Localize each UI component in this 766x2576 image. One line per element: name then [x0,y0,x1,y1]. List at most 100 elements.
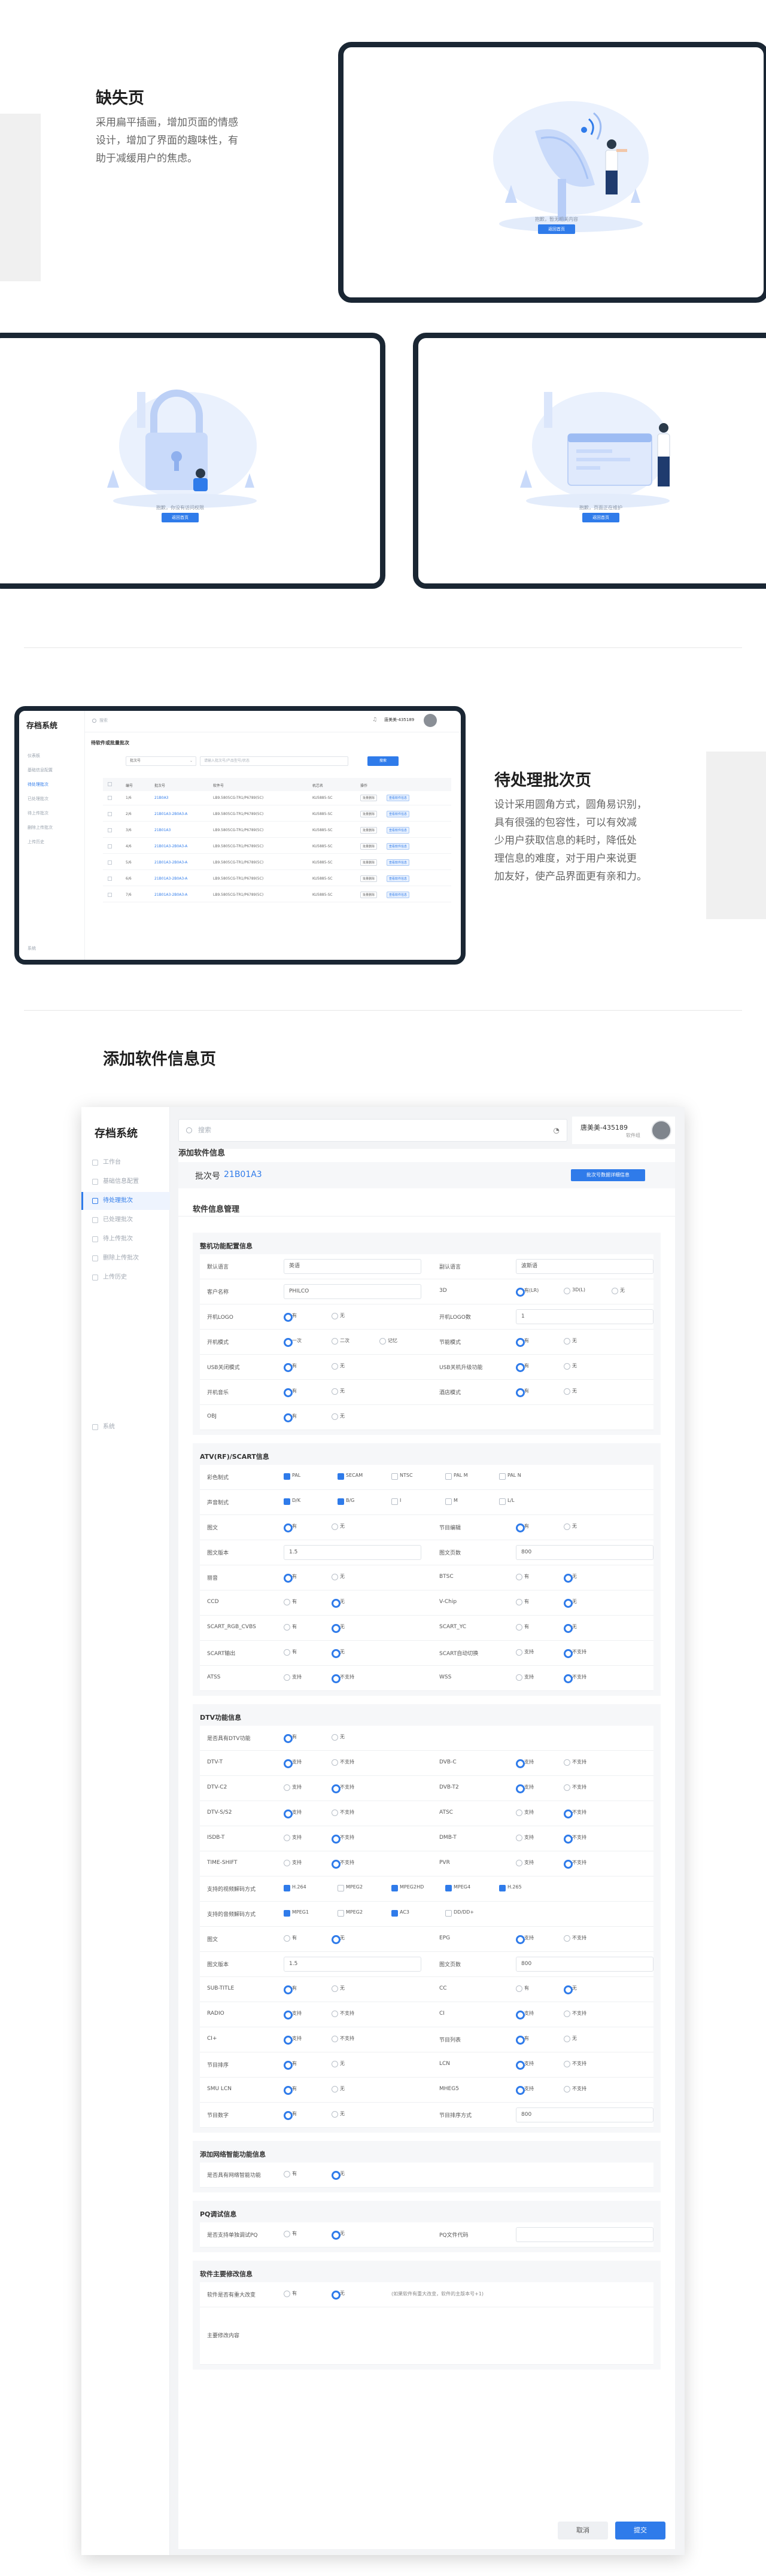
mini-nav-6[interactable]: 上传历史 [28,839,44,845]
radio-scart_out-yes[interactable]: 有 [284,1649,297,1656]
radio-scart_rgb-no[interactable]: 无 [332,1623,345,1633]
view-software-button[interactable]: 查看软件信息 [387,892,410,898]
radio-ch_count-yes[interactable]: 有 [284,2110,297,2120]
radio-smu_lcn-no[interactable]: 无 [332,2085,345,2093]
radio-atsc-support[interactable]: 支持 [516,1809,534,1816]
checkbox-video_fmt-h265[interactable]: H.265 [499,1884,522,1891]
radio-d3-d3_c[interactable]: 无 [612,1287,625,1294]
checkbox-color_sys-secam[interactable]: SECAM [338,1473,363,1480]
radio-teletext2-no[interactable]: 无 [332,1935,345,1944]
row-checkbox[interactable] [108,812,112,816]
mini-nav-1[interactable]: 基础信息配置 [28,767,53,773]
field-input-tt_ver[interactable]: 1.5 [284,1545,421,1560]
radio-ch_list-yes[interactable]: 有 [516,2035,529,2045]
view-software-button[interactable]: 查看软件信息 [387,827,410,834]
radio-scart_auto-support[interactable]: 支持 [516,1649,534,1656]
radio-ci-support[interactable]: 支持 [516,2010,534,2020]
field-input-lang_default[interactable]: 英语 [284,1259,421,1274]
radio-ch_edit-yes[interactable]: 有 [516,1523,529,1532]
radio-smart_tv-yes[interactable]: 有 [284,1733,297,1743]
radio-dvbt2-not_support[interactable]: 不支持 [564,1784,586,1791]
batch-delete-button[interactable]: 批量删除 [360,811,378,817]
row-batch-link[interactable]: 21B01A3-2B0A3-A [154,844,187,848]
radio-teletext-yes[interactable]: 有 [284,1523,297,1532]
mini-nav-4[interactable]: 待上传批次 [28,810,48,816]
checkbox-color_sys-paln[interactable]: PAL N [499,1473,521,1480]
radio-cc-yes[interactable]: 有 [284,1598,297,1605]
row-checkbox[interactable] [108,877,112,881]
radio-dvbt2-support[interactable]: 支持 [516,1784,534,1793]
checkbox-video_fmt-mpeg2[interactable]: MPEG2 [338,1884,363,1891]
field-input-tt_pages2[interactable]: 800 [516,1957,653,1972]
view-software-button[interactable]: 查看软件信息 [387,859,410,866]
batch-delete-button[interactable]: 批量删除 [360,795,378,801]
radio-isdbt-not_support[interactable]: 不支持 [332,1834,354,1844]
radio-btsc-no[interactable]: 无 [564,1573,577,1583]
radio-net_fn-no[interactable]: 无 [332,2170,345,2180]
radio-timeshift-not_support[interactable]: 不支持 [332,1859,354,1869]
radio-net_fn-yes[interactable]: 有 [284,2170,297,2177]
radio-modify_fn-yes[interactable]: 有 [284,2290,297,2297]
view-software-button[interactable]: 查看软件信息 [387,811,410,817]
radio-pvr-not_support[interactable]: 不支持 [564,1859,586,1869]
row-checkbox[interactable] [108,828,112,832]
radio-scart_yc-no[interactable]: 无 [564,1623,577,1633]
radio-timeshift-support[interactable]: 支持 [284,1859,302,1866]
radio-usb_mode-no[interactable]: 无 [332,1362,345,1370]
radio-dvbc-not_support[interactable]: 不支持 [564,1759,586,1766]
nav-processed-batch[interactable]: 已处理批次 [81,1211,170,1229]
radio-dtvt2-support[interactable]: 支持 [284,1784,302,1791]
nav-pending-batch[interactable]: 待处理批次 [81,1192,170,1210]
radio-dmbt-support[interactable]: 支持 [516,1834,534,1841]
row-batch-link[interactable]: 21B0A3 [154,796,169,800]
field-input-ch_order[interactable]: 800 [516,2107,653,2122]
radio-scart_yc-yes[interactable]: 有 [516,1623,529,1631]
radio-atsc-not_support[interactable]: 不支持 [564,1809,586,1818]
radio-hotel-yes[interactable]: 有 [516,1388,529,1397]
field-input-logo_count[interactable]: 1 [516,1309,653,1324]
row-checkbox[interactable] [108,860,112,865]
checkbox-color_sys-palm[interactable]: PAL M [445,1473,468,1480]
search-input[interactable]: 搜索 ◔ [178,1119,567,1142]
radio-boot_music-yes[interactable]: 有 [284,1388,297,1397]
radio-btsc-yes[interactable]: 有 [516,1573,529,1580]
radio-scart_rgb-yes[interactable]: 有 [284,1623,297,1631]
nav-upload-history[interactable]: 上传历史 [81,1269,170,1287]
mini-filter-select[interactable]: 批次号 ⌄ [126,756,196,766]
nav-system[interactable]: 系统 [81,1418,170,1436]
checkbox-sound_sys-bg[interactable]: B/G [338,1498,354,1505]
radio-pq_fn-no[interactable]: 无 [332,2230,345,2240]
modify-textarea[interactable] [284,2312,643,2360]
back-home-button-3[interactable]: 返回首页 [582,513,619,522]
checkbox-video_fmt-mpeg2hd[interactable]: MPEG2HD [391,1884,424,1891]
radio-hotel-no[interactable]: 无 [564,1388,577,1395]
radio-teletext2-yes[interactable]: 有 [284,1935,297,1942]
radio-lcn-support[interactable]: 支持 [516,2060,534,2070]
radio-nicam-no[interactable]: 无 [332,1573,345,1580]
radio-ch_list-no[interactable]: 无 [564,2035,577,2042]
row-checkbox[interactable] [108,844,112,848]
checkbox-audio_fmt-ddplus[interactable]: DD/DD+ [445,1909,474,1917]
field-input-tt_pages[interactable]: 800 [516,1545,653,1560]
radio-epg-support[interactable]: 支持 [516,1935,534,1944]
radio-ch_sort-yes[interactable]: 有 [284,2060,297,2070]
nav-basic-config[interactable]: 基础信息配置 [81,1173,170,1191]
radio-subtitle-yes[interactable]: 有 [284,1985,297,1994]
mini-search-input[interactable]: 搜索 [99,717,108,723]
checkbox-audio_fmt-mpeg2[interactable]: MPEG2 [338,1909,363,1917]
radio-energy-no[interactable]: 无 [564,1337,577,1345]
radio-ch_sort-no[interactable]: 无 [332,2060,345,2067]
field-input-customer[interactable]: PHILCO [284,1284,421,1299]
radio-radio-support[interactable]: 支持 [284,2010,302,2020]
radio-dvbc-support[interactable]: 支持 [516,1759,534,1768]
row-batch-link[interactable]: 21B01A3-2B0A3-A [154,893,187,897]
radio-boot_music-no[interactable]: 无 [332,1388,345,1395]
radio-obj-no[interactable]: 无 [332,1413,345,1420]
radio-ci-not_support[interactable]: 不支持 [564,2010,586,2017]
checkbox-sound_sys-ll[interactable]: L/L [499,1498,515,1505]
radio-radio-not_support[interactable]: 不支持 [332,2010,354,2017]
radio-energy-yes[interactable]: 有 [516,1337,529,1347]
batch-delete-button[interactable]: 批量删除 [360,892,378,898]
radio-boot_mode-boot_a[interactable]: 一次 [284,1337,302,1347]
radio-mheg5-support[interactable]: 支持 [516,2085,534,2095]
